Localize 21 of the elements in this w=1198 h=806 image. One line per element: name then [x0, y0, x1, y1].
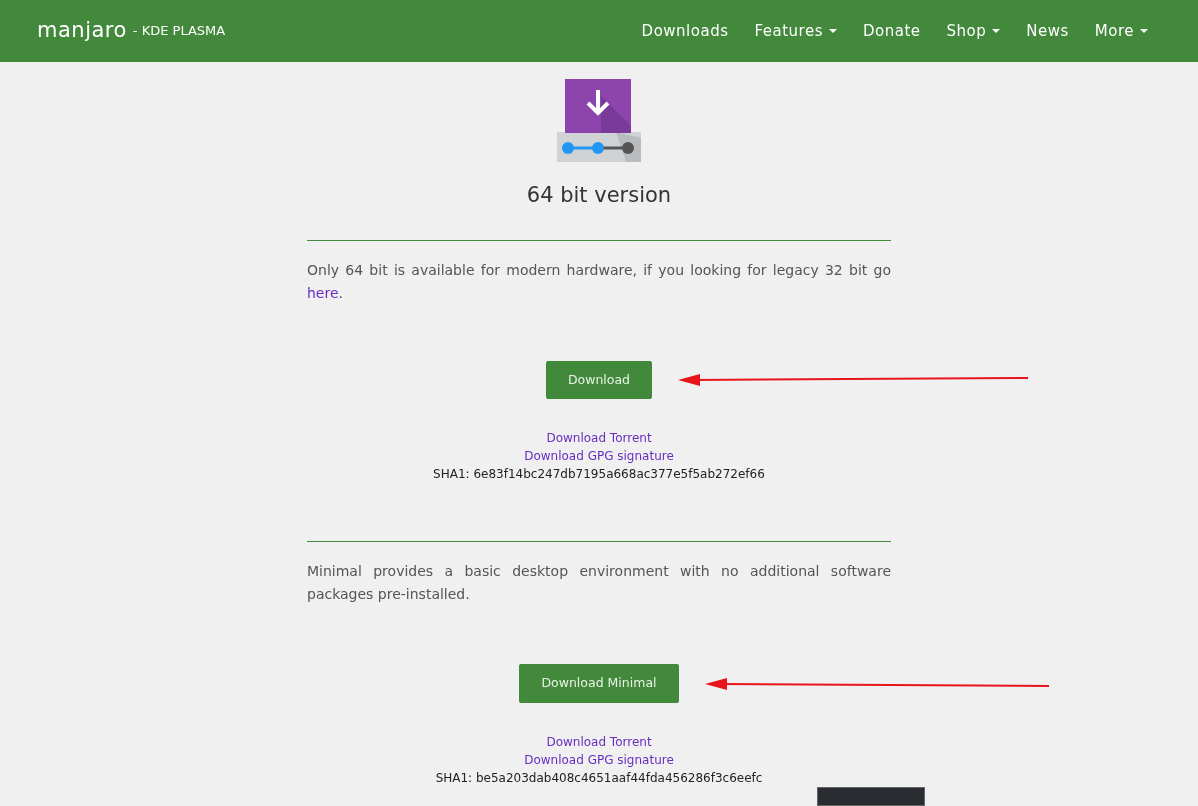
dropdown-menu-link[interactable]: More [1081, 19, 1161, 43]
download-link[interactable]: Download Torrent [546, 733, 652, 751]
download-link[interactable]: Download GPG signature [524, 447, 674, 466]
download-button[interactable]: Download [545, 360, 653, 400]
dropdown-menu-link[interactable]: Shop [933, 19, 1014, 43]
version-heading: 64 bit version [525, 182, 673, 209]
download-link[interactable]: Download Torrent [546, 429, 652, 448]
nav-link[interactable]: Downloads [628, 19, 742, 43]
nav-link[interactable]: News [1013, 19, 1082, 43]
nav-link[interactable]: Donate [850, 19, 934, 43]
dropdown-menu-link[interactable]: Features [741, 19, 850, 43]
checksum-text: SHA1: 6e83f14bc247db7195a668ac377e5f5ab272ef66 [432, 466, 766, 484]
download-drive-icon [556, 78, 642, 164]
description-text: Only 64 bit is available for modern hardware, if you looking for legacy 32 bit go here. [307, 260, 891, 303]
download-button[interactable]: Download Minimal [519, 664, 679, 703]
checksum-text: SHA1: be5a203dab408c4651aaf44fda456286f3c6eefc [434, 770, 764, 787]
here-link[interactable]: here [307, 284, 339, 301]
edition-label: - KDE PLASMA [132, 22, 226, 41]
brand-logo[interactable]: manjaro [37, 15, 127, 47]
download-link[interactable]: Download GPG signature [524, 751, 674, 769]
description-text: Minimal provides a basic desktop environment with no additional software packages pre-installed. [307, 562, 891, 605]
